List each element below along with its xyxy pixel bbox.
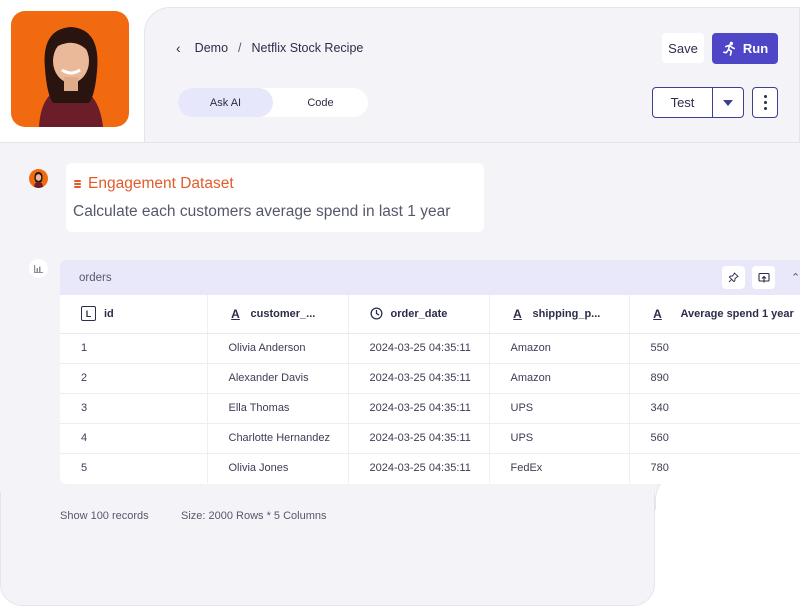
cell-average-spend: 780	[650, 462, 669, 475]
bar-chart-icon	[34, 264, 43, 273]
tab-ask-ai[interactable]: Ask AI	[178, 88, 273, 117]
save-button[interactable]: Save	[662, 33, 704, 63]
integer-icon: L	[81, 306, 96, 322]
table-row[interactable]: 1 Olivia Anderson 2024-03-25 04:35:11 Am…	[60, 333, 800, 364]
text-type-icon: A	[513, 306, 522, 321]
text-type-icon: A	[653, 306, 662, 321]
cell-shipping: UPS	[489, 423, 630, 454]
app-page: ‹ Demo / Netflix Stock Recipe Ask AI Cod…	[0, 0, 800, 607]
export-button[interactable]	[752, 266, 775, 289]
run-button[interactable]: Run	[712, 33, 778, 64]
cell-order-date: 2024-03-25 04:35:11	[348, 393, 490, 424]
cell-customer: Ella Thomas	[207, 393, 349, 424]
column-label: id	[104, 307, 114, 320]
back-chevron-icon[interactable]: ‹	[176, 40, 181, 56]
cell-shipping: FedEx	[489, 453, 630, 483]
cell-average-spend: 340	[629, 393, 800, 424]
cell-average-spend: 550	[629, 333, 800, 364]
column-header-customer[interactable]: Acustomer_...	[207, 295, 349, 334]
column-header-shipping[interactable]: Ashipping_p...	[489, 295, 630, 334]
cell-id: 3	[60, 393, 208, 424]
data-table-panel: orders ⌃ Lid Acustomer_... order_date A …	[60, 260, 800, 484]
records-per-page[interactable]: Show 100 records	[60, 510, 149, 522]
test-split-button: Test	[652, 87, 744, 118]
column-label: customer_...	[250, 307, 316, 320]
pin-button[interactable]	[722, 266, 745, 289]
export-icon	[757, 272, 770, 282]
cell-shipping: Amazon	[489, 363, 630, 394]
test-dropdown-button[interactable]	[713, 88, 743, 117]
user-avatar	[11, 11, 129, 127]
dataset-tag[interactable]: Engagement Dataset	[74, 175, 234, 193]
cell-id: 4	[60, 423, 208, 454]
cell-customer: Olivia Anderson	[207, 333, 349, 364]
prompt-text: Calculate each customers average spend i…	[73, 203, 451, 220]
cell-shipping: Amazon	[489, 333, 630, 364]
cell-average-spend: 890	[629, 363, 800, 394]
dataset-label: Engagement Dataset	[88, 175, 234, 192]
kebab-dot-icon	[763, 95, 767, 98]
cell-order-date: 2024-03-25 04:35:11	[348, 423, 490, 454]
table-name: orders	[79, 271, 112, 284]
cell-customer: Charlotte Hernandez	[207, 423, 349, 454]
cell-id: 5	[60, 453, 208, 483]
column-header-id[interactable]: Lid	[60, 295, 208, 334]
clock-icon	[369, 307, 383, 320]
tab-code[interactable]: Code	[273, 88, 368, 117]
cell-order-date: 2024-03-25 04:35:11	[348, 333, 490, 364]
cell-id: 1	[60, 333, 208, 364]
breadcrumb-current: Netflix Stock Recipe	[251, 41, 364, 55]
caret-down-icon	[723, 99, 733, 106]
cell-order-date: 2024-03-25 04:35:11	[348, 363, 490, 394]
kebab-dot-icon	[763, 101, 767, 104]
data-table: Lid Acustomer_... order_date Ashipping_p…	[60, 295, 800, 483]
workspace-card-top	[144, 7, 800, 147]
database-icon	[74, 180, 81, 188]
message-avatar	[29, 169, 48, 188]
cell-order-date: 2024-03-25 04:35:11	[348, 453, 490, 483]
more-options-button[interactable]	[752, 87, 778, 118]
table-header-bar: orders ⌃	[60, 260, 800, 295]
running-person-icon	[722, 41, 735, 56]
result-avatar	[29, 259, 48, 278]
cell-customer: Olivia Jones	[207, 453, 349, 483]
table-header-row: Lid Acustomer_... order_date Ashipping_p…	[60, 295, 800, 334]
column-label: shipping_p...	[532, 307, 601, 320]
table-size-info: Size: 2000 Rows * 5 Columns	[181, 510, 327, 522]
table-row[interactable]: 5 Olivia Jones 2024-03-25 04:35:11 FedEx…	[60, 453, 800, 483]
person-portrait-icon	[34, 172, 43, 188]
table-row[interactable]: 3 Ella Thomas 2024-03-25 04:35:11 UPS 34…	[60, 393, 800, 424]
column-label: Average spend 1 year	[680, 307, 794, 320]
column-header-average-spend[interactable]: A Average spend 1 year	[629, 295, 800, 334]
table-row[interactable]: 2 Alexander Davis 2024-03-25 04:35:11 Am…	[60, 363, 800, 394]
chevron-icon[interactable]: ⌃	[791, 271, 800, 284]
prompt-message: Engagement Dataset Calculate each custom…	[66, 163, 484, 232]
text-type-icon: A	[231, 306, 240, 321]
pin-icon	[728, 272, 739, 283]
breadcrumb-parent[interactable]: Demo	[195, 41, 228, 55]
column-header-order-date[interactable]: order_date	[348, 295, 490, 334]
cell-average-spend: 560	[629, 423, 800, 454]
kebab-dot-icon	[763, 107, 767, 110]
mode-toggle: Ask AI Code	[178, 88, 368, 117]
person-portrait-icon	[39, 27, 103, 127]
cell-shipping: UPS	[489, 393, 630, 424]
breadcrumb-separator: /	[238, 41, 242, 55]
cell-customer: Alexander Davis	[207, 363, 349, 394]
avatar-frame	[0, 0, 144, 142]
cell-id: 2	[60, 363, 208, 394]
test-button[interactable]: Test	[653, 88, 713, 117]
breadcrumb: ‹ Demo / Netflix Stock Recipe	[176, 40, 363, 56]
run-label: Run	[742, 41, 769, 56]
column-label: order_date	[390, 307, 448, 320]
table-row[interactable]: 4 Charlotte Hernandez 2024-03-25 04:35:1…	[60, 423, 800, 454]
